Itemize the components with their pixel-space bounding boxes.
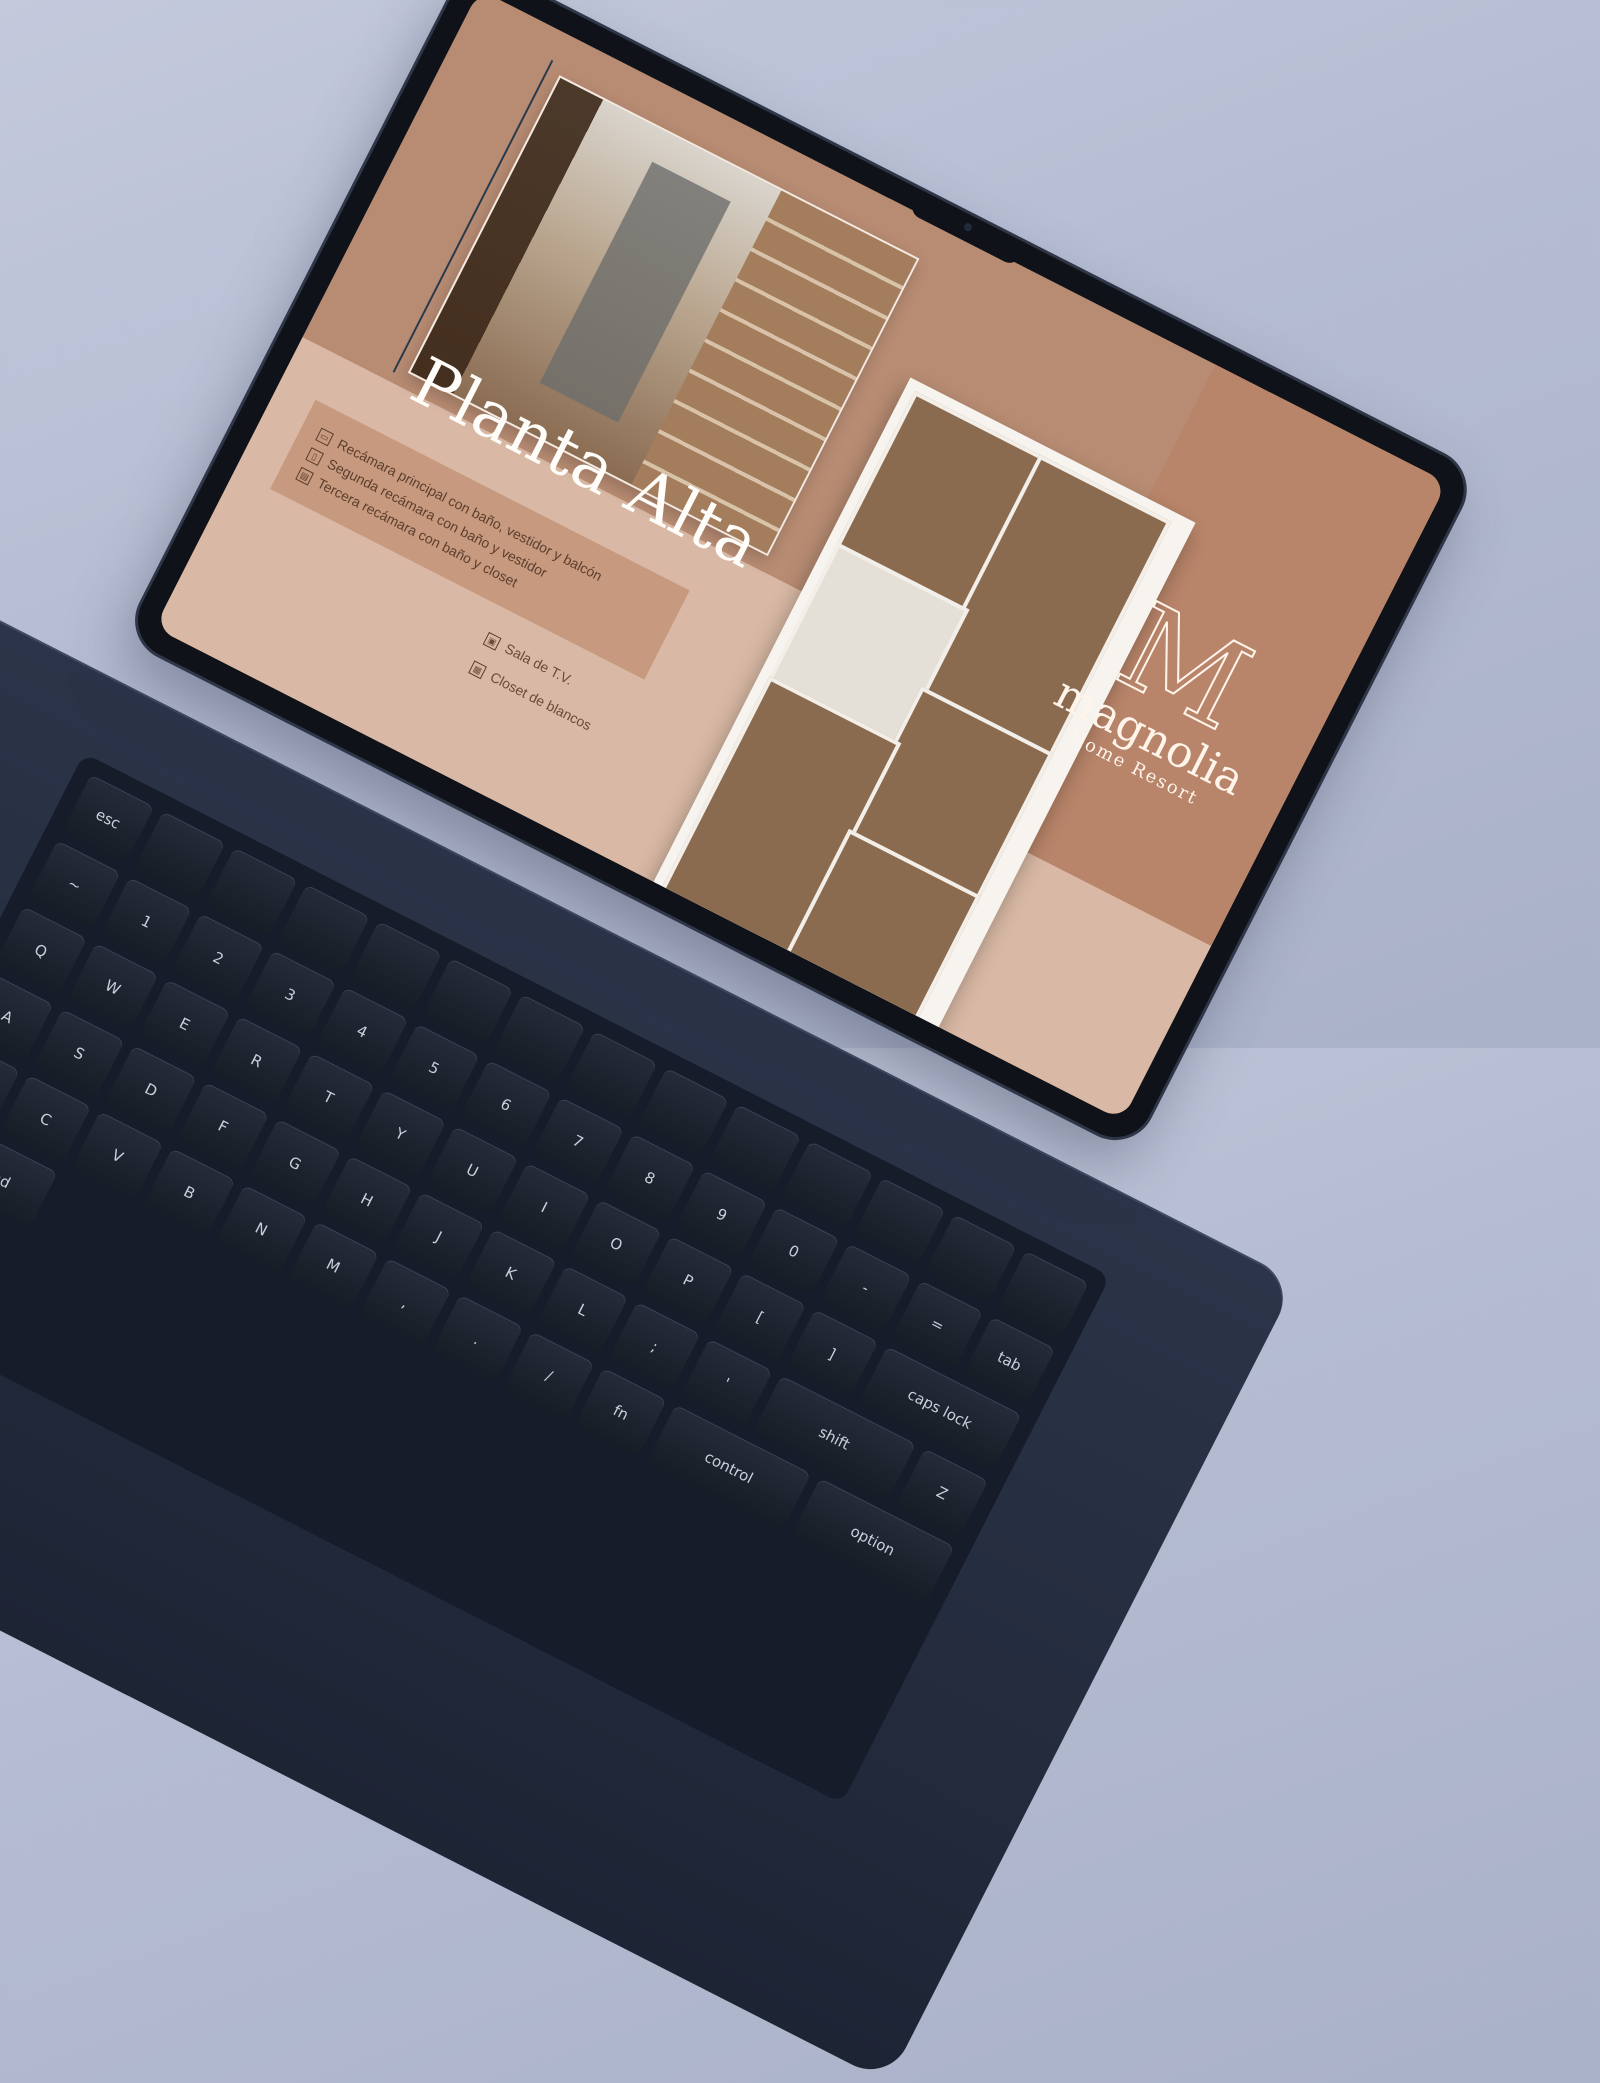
bath-icon: ▯ (305, 447, 325, 466)
closet-icon: ▤ (295, 466, 315, 486)
bed-icon: ▭ (315, 427, 335, 447)
